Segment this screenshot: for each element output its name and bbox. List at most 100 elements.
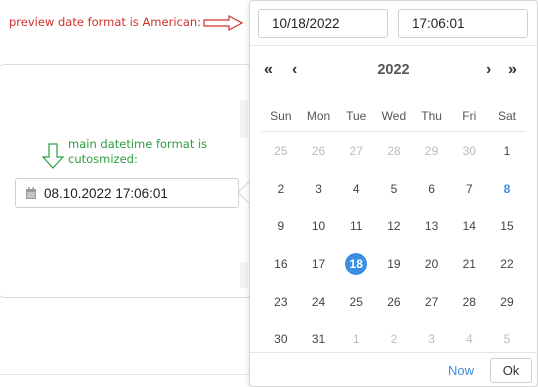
main-datetime-value: 08.10.2022 17:06:01 bbox=[44, 185, 168, 201]
calendar-day[interactable]: 3 bbox=[413, 332, 451, 346]
calendar-day-selected[interactable]: 18 bbox=[337, 252, 375, 275]
calendar-day[interactable]: 31 bbox=[300, 332, 338, 346]
calendar-day-number: 29 bbox=[424, 143, 439, 158]
calendar-week-row: 25 26 27 28 29 30 1 bbox=[262, 132, 526, 170]
arrow-right-icon bbox=[203, 15, 243, 31]
calendar-day[interactable]: 3 bbox=[300, 182, 338, 196]
calendar-day-number: 3 bbox=[315, 181, 322, 196]
calendar-day[interactable]: 15 bbox=[488, 219, 526, 233]
calendar-day-number: 13 bbox=[424, 219, 439, 234]
calendar-day[interactable]: 10 bbox=[300, 219, 338, 233]
calendar-day-number: 20 bbox=[424, 256, 439, 271]
calendar-day[interactable]: 2 bbox=[262, 182, 300, 196]
calendar-day-number: 4 bbox=[465, 332, 473, 347]
calendar-day-number: 29 bbox=[500, 294, 514, 309]
calendar-day[interactable]: 9 bbox=[262, 219, 300, 233]
picker-time-input[interactable]: 17:06:01 bbox=[398, 9, 528, 38]
calendar-day-number: 28 bbox=[462, 294, 476, 309]
calendar-day[interactable]: 8 bbox=[488, 182, 526, 196]
calendar-day[interactable]: 28 bbox=[450, 295, 488, 309]
calendar-weeks: 25 26 27 28 29 30 1 2 3 4 5 6 7 8 9 10 11 12 13 14 15 16 17 18 1… bbox=[262, 132, 526, 358]
calendar-day[interactable]: 30 bbox=[262, 332, 300, 346]
calendar-day[interactable]: 22 bbox=[488, 257, 526, 271]
calendar-day-number: 17 bbox=[311, 256, 326, 271]
calendar-day-number: 21 bbox=[462, 256, 476, 271]
ok-button[interactable]: Ok bbox=[490, 358, 532, 383]
calendar-day[interactable]: 11 bbox=[337, 219, 375, 233]
calendar-week-row: 16 17 18 19 20 21 22 bbox=[262, 245, 526, 283]
calendar-day-number: 31 bbox=[311, 332, 326, 347]
calendar-day-number: 10 bbox=[311, 219, 326, 234]
calendar-day[interactable]: 14 bbox=[450, 219, 488, 233]
calendar-day[interactable]: 5 bbox=[375, 182, 413, 196]
calendar-week-row: 23 24 25 26 27 28 29 bbox=[262, 283, 526, 321]
next-year-icon[interactable]: » bbox=[508, 61, 517, 79]
calendar-day-number: 5 bbox=[503, 332, 511, 347]
calendar-day-number: 2 bbox=[390, 332, 398, 347]
calendar-day[interactable]: 24 bbox=[300, 295, 338, 309]
weekday-label: Thu bbox=[421, 109, 442, 123]
calendar-day[interactable]: 13 bbox=[413, 219, 451, 233]
next-month-icon[interactable]: › bbox=[486, 61, 491, 79]
calendar-day-number: 28 bbox=[387, 143, 401, 158]
header-divider bbox=[250, 45, 537, 46]
calendar-day[interactable]: 29 bbox=[413, 144, 451, 158]
calendar-day-number: 22 bbox=[500, 256, 514, 271]
picker-date-input[interactable]: 10/18/2022 bbox=[258, 9, 388, 38]
calendar-day-number: 7 bbox=[465, 181, 473, 196]
calendar-icon bbox=[26, 187, 36, 199]
calendar-day[interactable]: 26 bbox=[375, 295, 413, 309]
calendar-day-number: 1 bbox=[503, 143, 511, 158]
calendar-day-number: 27 bbox=[424, 294, 439, 309]
calendar-day[interactable]: 6 bbox=[413, 182, 451, 196]
calendar-day[interactable]: 21 bbox=[450, 257, 488, 271]
calendar-day[interactable]: 12 bbox=[375, 219, 413, 233]
calendar-week-row: 9 10 11 12 13 14 15 bbox=[262, 207, 526, 245]
arrow-down-icon bbox=[42, 143, 64, 169]
calendar-day[interactable]: 4 bbox=[337, 182, 375, 196]
calendar-day-number: 12 bbox=[387, 219, 401, 234]
weekday-label: Wed bbox=[381, 109, 407, 123]
main-datetime-input[interactable]: 08.10.2022 17:06:01 bbox=[15, 178, 239, 208]
page-divider bbox=[0, 374, 250, 375]
calendar-day[interactable]: 19 bbox=[375, 257, 413, 271]
calendar-day-number: 19 bbox=[387, 256, 401, 271]
calendar-day[interactable]: 17 bbox=[300, 257, 338, 271]
calendar-day[interactable]: 28 bbox=[375, 144, 413, 158]
calendar-day[interactable]: 7 bbox=[450, 182, 488, 196]
calendar-day[interactable]: 1 bbox=[337, 332, 375, 346]
calendar-day[interactable]: 5 bbox=[488, 332, 526, 346]
calendar-day[interactable]: 4 bbox=[450, 332, 488, 346]
calendar-day[interactable]: 27 bbox=[413, 295, 451, 309]
calendar-day-number: 11 bbox=[349, 219, 363, 234]
card-strip bbox=[240, 100, 248, 138]
calendar-day-number: 27 bbox=[349, 143, 363, 158]
weekday-label: Fri bbox=[462, 109, 477, 123]
calendar-day-number: 14 bbox=[462, 219, 476, 234]
calendar-day-number: 26 bbox=[311, 143, 326, 158]
main-format-note: main datetime format is cutosmized: bbox=[68, 137, 208, 166]
year-title[interactable]: 2022 bbox=[250, 62, 537, 78]
calendar-day[interactable]: 26 bbox=[300, 144, 338, 158]
calendar-day-number: 24 bbox=[311, 294, 326, 309]
calendar-day-number: 15 bbox=[500, 219, 514, 234]
calendar-day[interactable]: 29 bbox=[488, 295, 526, 309]
calendar-day[interactable]: 23 bbox=[262, 295, 300, 309]
calendar-day[interactable]: 25 bbox=[337, 295, 375, 309]
calendar-day[interactable]: 20 bbox=[413, 257, 451, 271]
calendar-day-number: 1 bbox=[352, 332, 360, 347]
calendar-grid: Sun Mon Tue Wed Thu Fri Sat 25 26 27 28 29 30… bbox=[262, 101, 526, 358]
preview-format-note: preview date format is American: bbox=[9, 15, 202, 29]
calendar-day-number: 16 bbox=[274, 256, 288, 271]
now-button[interactable]: Now bbox=[448, 363, 474, 378]
calendar-day[interactable]: 30 bbox=[450, 144, 488, 158]
calendar-day[interactable]: 1 bbox=[488, 144, 526, 158]
calendar-day[interactable]: 16 bbox=[262, 257, 300, 271]
calendar-day[interactable]: 27 bbox=[337, 144, 375, 158]
calendar-day[interactable]: 2 bbox=[375, 332, 413, 346]
footer-divider bbox=[250, 352, 537, 353]
calendar-day-number: 23 bbox=[274, 294, 288, 309]
calendar-week-row: 2 3 4 5 6 7 8 bbox=[262, 170, 526, 208]
card-strip bbox=[240, 262, 248, 288]
calendar-day[interactable]: 25 bbox=[262, 144, 300, 158]
